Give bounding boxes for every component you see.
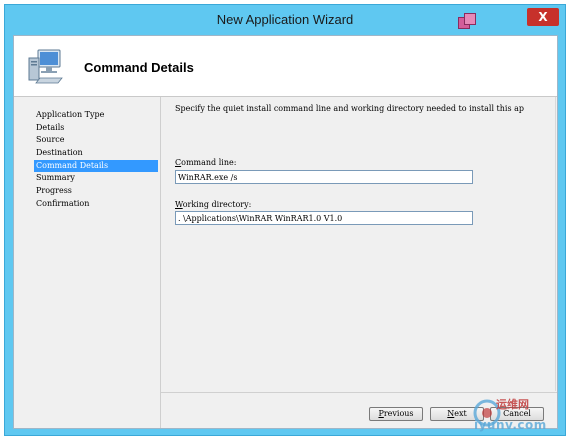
site-watermark: 运维网 iyunv.com — [470, 394, 570, 440]
wizard-steps-pane: Application Type Details Source Destinat… — [14, 97, 161, 428]
step-details: Details — [36, 122, 65, 132]
previous-button[interactable]: Previous — [369, 407, 423, 421]
close-button[interactable]: X — [527, 8, 559, 26]
wizard-steps-list: Application Type Details Source Destinat… — [34, 109, 158, 211]
watermark-text-url: iyunv.com — [474, 418, 547, 432]
wizard-window: New Application Wizard X Command Details… — [4, 4, 566, 436]
step-summary: Summary — [36, 173, 75, 183]
step-application-type: Application Type — [36, 110, 105, 119]
working-directory-input[interactable] — [175, 211, 473, 225]
app-icon — [458, 13, 476, 29]
working-directory-label: Working directory: — [175, 200, 252, 209]
page-title: Command Details — [84, 60, 194, 75]
command-line-input[interactable] — [175, 170, 473, 184]
computer-icon — [28, 49, 63, 84]
wizard-main-pane: Specify the quiet install command line a… — [161, 97, 557, 428]
watermark-text-cn: 运维网 — [496, 398, 529, 411]
step-destination: Destination — [36, 148, 83, 158]
step-confirmation: Confirmation — [36, 198, 90, 208]
instruction-text: Specify the quiet install command line a… — [175, 104, 525, 113]
window-title: New Application Wizard — [216, 12, 354, 27]
wizard-client-area: Command Details Application Type Details… — [13, 35, 558, 429]
content-frame: Specify the quiet install command line a… — [161, 97, 556, 391]
title-bar[interactable]: New Application Wizard X — [5, 5, 565, 35]
command-line-label: Command line: — [175, 158, 237, 167]
wizard-header: Command Details — [14, 36, 557, 97]
step-source: Source — [36, 135, 65, 145]
button-separator — [161, 392, 557, 393]
step-progress: Progress — [36, 186, 72, 196]
step-command-details: Command Details — [34, 159, 158, 173]
